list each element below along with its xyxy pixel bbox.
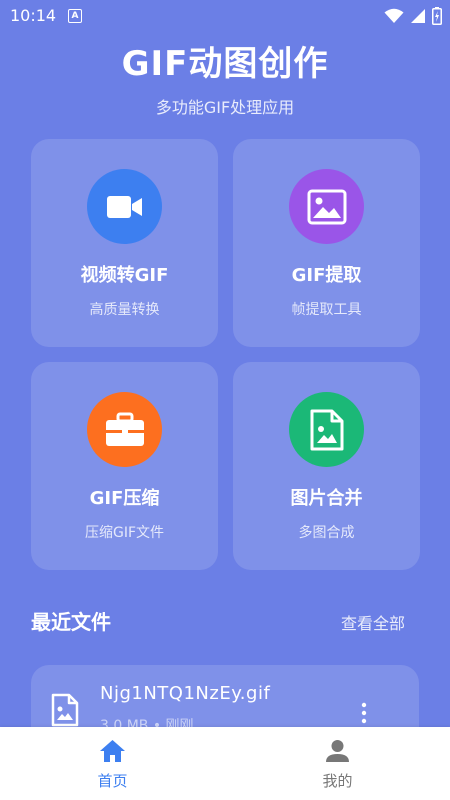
recent-files-title: 最近文件 (31, 610, 111, 634)
nav-label: 首页 (97, 772, 128, 790)
image-icon (289, 169, 364, 244)
app-subtitle: 多功能GIF处理应用 (155, 98, 295, 117)
card-title: GIF提取 (291, 265, 362, 286)
gif-extract-card[interactable]: GIF提取 帧提取工具 (233, 139, 420, 347)
card-subtitle: 帧提取工具 (291, 302, 362, 318)
person-icon (326, 740, 349, 762)
briefcase-icon (87, 392, 162, 467)
view-all-link[interactable]: 查看全部 (341, 610, 405, 634)
status-time: 10:14 (10, 6, 57, 25)
battery-icon (432, 7, 442, 25)
file-name: Njg1NTQ1NzEy.gif (100, 683, 271, 704)
app-title: GIF动图创作 (121, 44, 329, 84)
card-subtitle: 高质量转换 (89, 302, 160, 318)
card-subtitle: 多图合成 (298, 525, 355, 541)
video-camera-icon (87, 169, 162, 244)
gif-compress-card[interactable]: GIF压缩 压缩GIF文件 (31, 362, 218, 570)
nav-label: 我的 (322, 772, 353, 790)
image-merge-card[interactable]: 图片合并 多图合成 (233, 362, 420, 570)
bottom-nav: 首页 我的 (0, 727, 450, 800)
notification-icon: A (68, 9, 82, 23)
nav-item-home[interactable]: 首页 (0, 727, 225, 800)
card-subtitle: 压缩GIF文件 (84, 525, 165, 541)
card-title: 视频转GIF (80, 265, 169, 286)
status-bar: 10:14 A (0, 0, 450, 32)
image-file-icon (289, 392, 364, 467)
more-vertical-icon[interactable] (359, 701, 369, 725)
home-icon (100, 740, 125, 762)
signal-icon (411, 9, 425, 23)
status-icons (384, 6, 442, 26)
image-file-icon (51, 693, 79, 727)
nav-item-profile[interactable]: 我的 (225, 727, 450, 800)
card-title: 图片合并 (290, 488, 363, 509)
wifi-icon (384, 8, 404, 23)
video-to-gif-card[interactable]: 视频转GIF 高质量转换 (31, 139, 218, 347)
card-title: GIF压缩 (89, 488, 160, 509)
